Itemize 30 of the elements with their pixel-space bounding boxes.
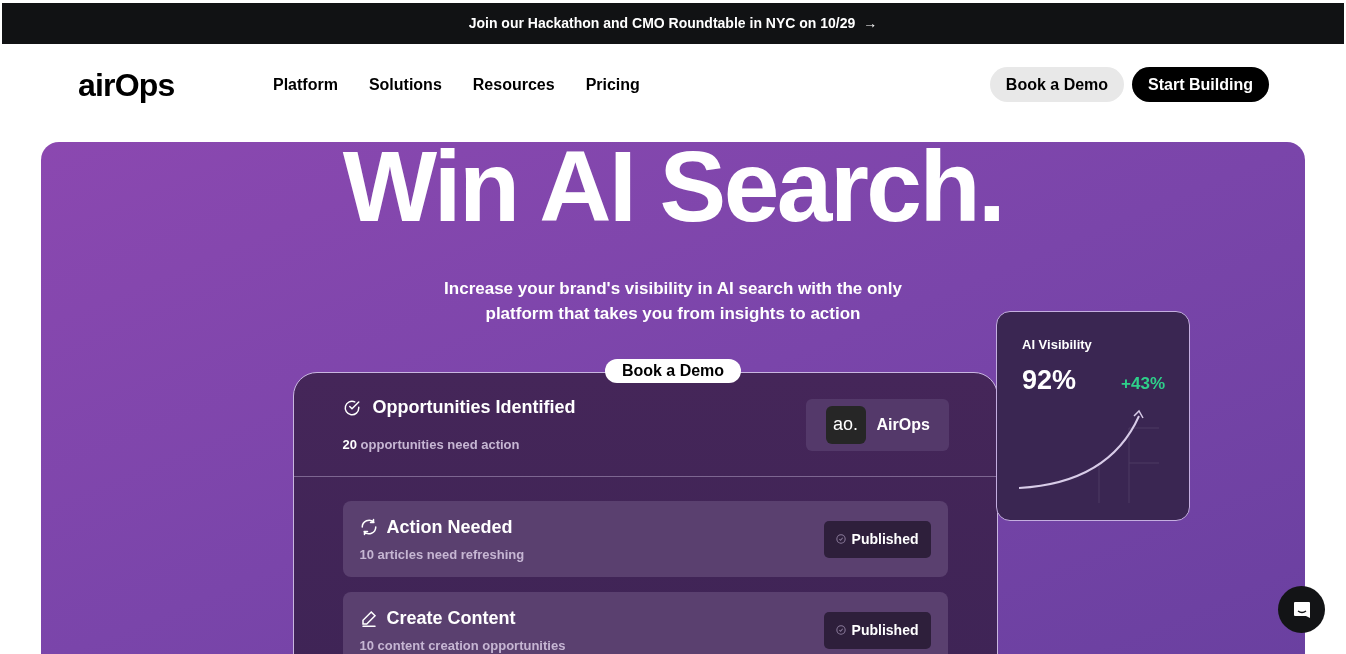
refresh-icon xyxy=(359,518,378,537)
panel-title: Opportunities Identified xyxy=(372,396,576,420)
book-demo-button[interactable]: Book a Demo xyxy=(604,359,742,383)
start-building-button[interactable]: Start Building xyxy=(1132,67,1269,102)
hero-subtitle: Increase your brand's visibility in AI search with the only platform that takes you from insights to action xyxy=(443,278,903,325)
nav-link[interactable]: Solutions xyxy=(368,72,442,97)
arrow-icon: → xyxy=(863,13,878,34)
brand-name: AirOps xyxy=(876,414,930,435)
metric-value: 92% xyxy=(1022,363,1077,397)
status-label: Published xyxy=(851,529,919,549)
chat-icon xyxy=(1291,599,1312,620)
announcement-link[interactable]: Join our Hackathon and CMO Roundtable in NYC on 10/29 xyxy=(468,13,856,34)
check-circle-icon xyxy=(835,534,846,544)
brand-logo: ao. xyxy=(825,405,866,444)
nav-link[interactable]: Platform xyxy=(273,72,338,97)
nav-link[interactable]: Pricing xyxy=(585,72,640,97)
panel-summary: 20 opportunities need action xyxy=(342,436,521,455)
hero-title: Win AI Search. xyxy=(342,142,1004,236)
metric-change: +43% xyxy=(1121,372,1165,395)
task-detail: 10 content creation opportunities xyxy=(359,636,566,654)
task-title: Action Needed xyxy=(386,515,513,539)
logo[interactable]: airOps xyxy=(78,60,273,109)
task-detail: 10 articles need refreshing xyxy=(359,545,525,564)
status-label: Published xyxy=(851,620,919,640)
book-demo-button[interactable]: Book a Demo xyxy=(989,67,1125,102)
metric-label: AI Visibility xyxy=(1022,336,1093,354)
pencil-icon xyxy=(359,609,378,628)
check-circle-icon xyxy=(835,625,846,635)
nav-link[interactable]: Resources xyxy=(472,72,555,97)
task-title: Create Content xyxy=(386,606,516,630)
